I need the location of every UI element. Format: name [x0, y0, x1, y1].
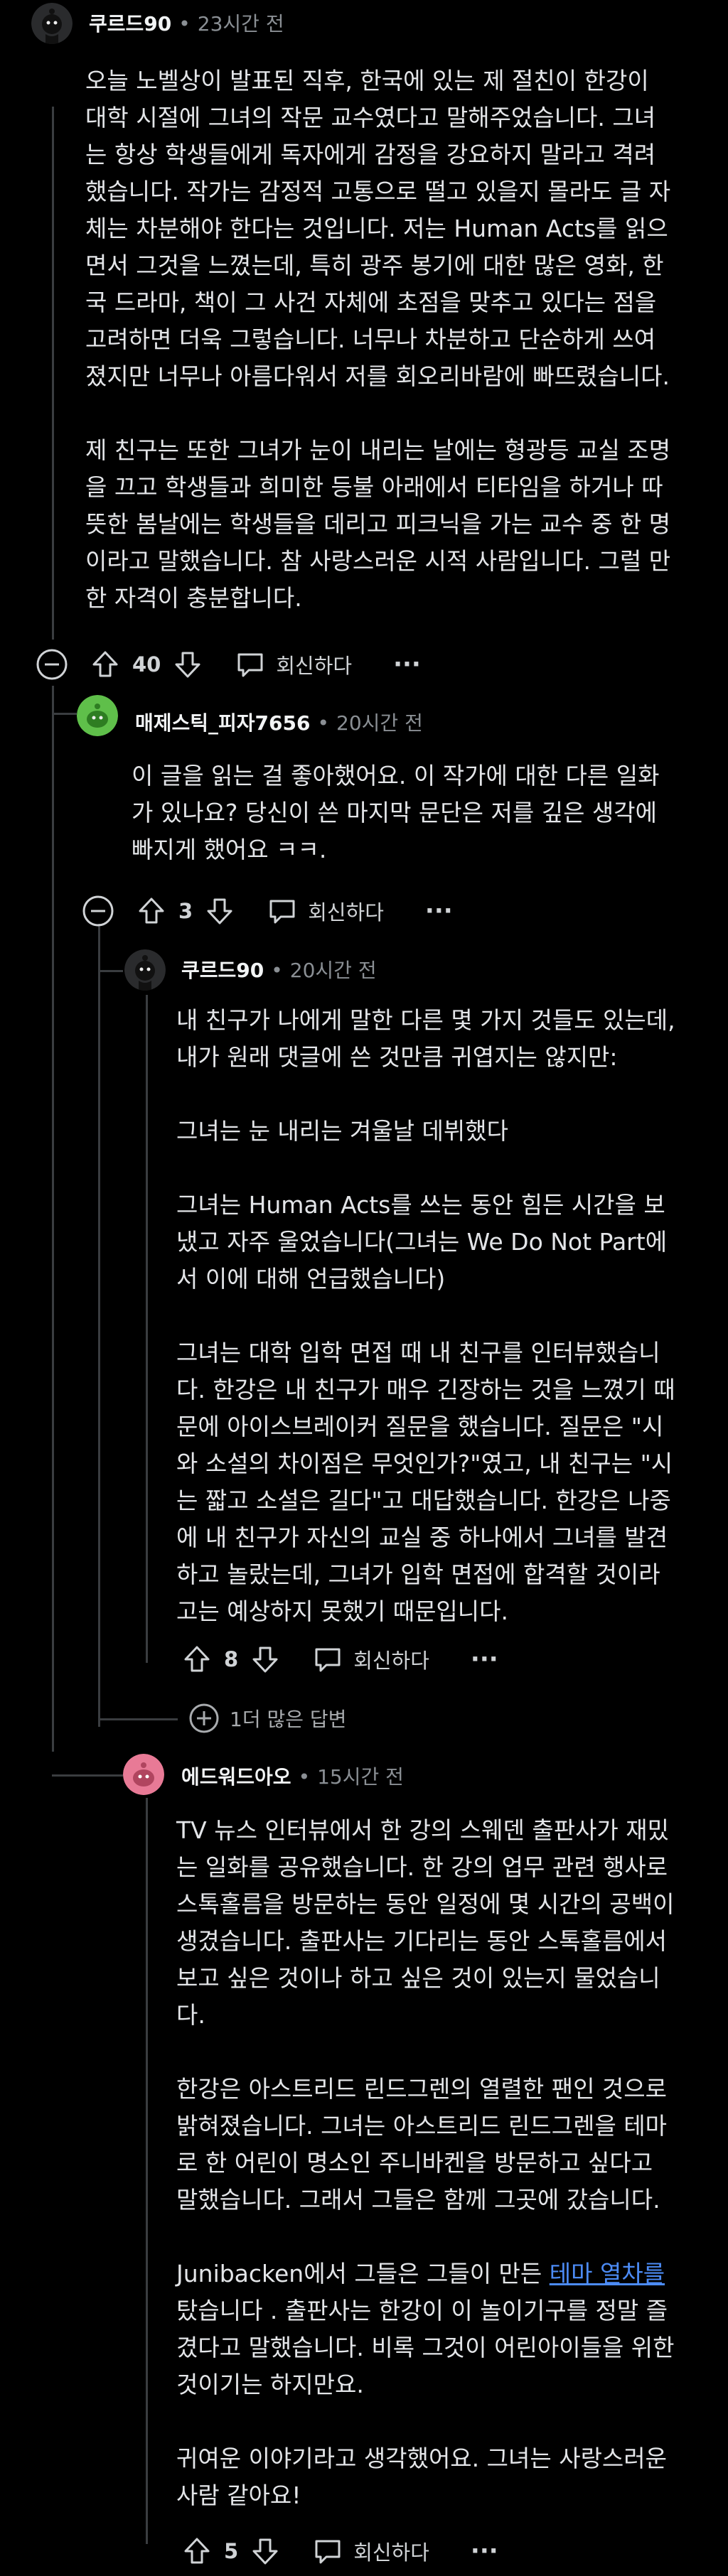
comment-icon	[312, 1644, 343, 1675]
username[interactable]: 에드워드아오	[181, 1765, 291, 1789]
more-replies-button[interactable]: 1더 많은 답변	[188, 1703, 346, 1734]
vote-count: 5	[224, 2539, 239, 2563]
comment-paragraph: 내 친구가 나에게 말한 다른 몇 가지 것들도 있는데, 내가 원래 댓글에 …	[176, 1006, 675, 1071]
timestamp: 23시간 전	[197, 12, 284, 36]
more-replies-label: 1더 많은 답변	[230, 1708, 347, 1731]
comment-paragraph: 그녀는 눈 내리는 겨울날 데뷔했다	[176, 1117, 508, 1145]
reply-button[interactable]: 회신하다	[267, 895, 384, 927]
comment-body: TV 뉴스 인터뷰에서 한 강의 스웨덴 출판사가 재밌 는 일화를 공유했습니…	[176, 1812, 717, 2514]
comment-paragraph: Junibacken에서 그들은 그들이 만든 테마 열차를 탔습니다 . 출판…	[176, 2260, 675, 2398]
avatar[interactable]	[123, 1754, 164, 1795]
more-options-icon[interactable]: ···	[471, 1645, 498, 1674]
timestamp: 20시간 전	[289, 959, 377, 982]
reply-label: 회신하다	[308, 900, 384, 925]
username[interactable]: 매제스틱_피자7656	[135, 711, 311, 735]
downvote-icon[interactable]	[172, 649, 203, 680]
comment-body: 내 친구가 나에게 말한 다른 몇 가지 것들도 있는데, 내가 원래 댓글에 …	[176, 1002, 717, 1630]
comment-meta: 쿠르드90 • 23시간 전	[89, 12, 284, 36]
thread-connector-more	[98, 1718, 178, 1720]
thread-connector-c2	[52, 713, 77, 715]
upvote-icon[interactable]	[181, 1644, 213, 1675]
comment-body: 오늘 노벨상이 발표된 직후, 한국에 있는 제 절친이 한강이 대학 시절에 …	[85, 63, 711, 617]
more-options-icon[interactable]: ···	[393, 650, 421, 679]
upvote-icon[interactable]	[181, 2535, 213, 2567]
reply-button[interactable]: 회신하다	[312, 1644, 429, 1675]
downvote-icon[interactable]	[250, 1644, 281, 1675]
timestamp: 20시간 전	[336, 711, 423, 735]
comment-meta: 쿠르드90 • 20시간 전	[181, 959, 377, 982]
thread-line-c4	[146, 1798, 148, 2544]
reply-label: 회신하다	[353, 1649, 429, 1673]
comment-body: 이 글을 읽는 걸 좋아했어요. 이 작가에 대한 다른 일화 가 있나요? 당…	[132, 758, 711, 868]
theme-train-link[interactable]: 테마 열차를	[550, 2260, 665, 2287]
comment-paragraph: 귀여운 이야기라고 생각했어요. 그녀는 사랑스러운 사람 같아요!	[176, 2445, 668, 2509]
thread-line-c2-lower	[98, 1627, 100, 1727]
comment-actions: 3 회신하다 ···	[82, 890, 453, 932]
thread-connector-c4	[52, 1774, 123, 1777]
comment-icon	[267, 895, 298, 927]
thread-connector-c3	[98, 970, 123, 972]
vote-count: 40	[132, 652, 161, 677]
comment-meta: 에드워드아오 • 15시간 전	[181, 1765, 404, 1789]
avatar-icon	[124, 949, 166, 991]
reply-label: 회신하다	[276, 654, 353, 678]
comment-paragraph: 그녀는 대학 입학 면접 때 내 친구를 인터뷰했습니 다. 한강은 내 친구가…	[176, 1339, 675, 1625]
thread-line-c1-branch	[52, 686, 54, 1752]
more-options-icon[interactable]: ···	[425, 897, 453, 925]
upvote-icon[interactable]	[90, 649, 121, 680]
comment-paragraph: 제 친구는 또한 그녀가 눈이 내리는 날에는 형광등 교실 조명 을 끄고 학…	[85, 436, 671, 612]
comment-paragraph: 그녀는 Human Acts를 쓰는 동안 힘든 시간을 보 냈고 자주 울었습…	[176, 1191, 668, 1293]
comment-actions: 5 회신하다 ···	[181, 2530, 498, 2572]
vote-count: 3	[178, 899, 193, 923]
thread-line-c3	[146, 995, 148, 1663]
avatar-icon	[123, 1754, 164, 1795]
reply-button[interactable]: 회신하다	[312, 2535, 429, 2567]
expand-icon	[188, 1703, 220, 1734]
collapse-icon[interactable]	[36, 648, 68, 681]
comment-paragraph: TV 뉴스 인터뷰에서 한 강의 스웨덴 출판사가 재밌 는 일화를 공유했습니…	[176, 1816, 675, 2029]
comment-meta: 매제스틱_피자7656 • 20시간 전	[135, 711, 423, 735]
reply-button[interactable]: 회신하다	[235, 649, 352, 680]
upvote-icon[interactable]	[136, 895, 167, 927]
collapse-icon[interactable]	[82, 895, 114, 927]
avatar[interactable]	[77, 695, 118, 736]
comment-icon	[235, 649, 266, 680]
comment-paragraph: 이 글을 읽는 걸 좋아했어요. 이 작가에 대한 다른 일화 가 있나요? 당…	[132, 762, 660, 863]
timestamp: 15시간 전	[317, 1765, 404, 1789]
avatar[interactable]	[124, 949, 166, 991]
thread-line-c2	[98, 924, 100, 1627]
thread-line-c1	[52, 107, 54, 640]
username[interactable]: 쿠르드90	[181, 959, 264, 982]
comment-paragraph: 오늘 노벨상이 발표된 직후, 한국에 있는 제 절친이 한강이 대학 시절에 …	[85, 67, 671, 390]
more-options-icon[interactable]: ···	[471, 2537, 498, 2565]
comment-paragraph: 한강은 아스트리드 린드그렌의 열렬한 팬인 것으로 밝혀졌습니다. 그녀는 아…	[176, 2075, 668, 2214]
username[interactable]: 쿠르드90	[89, 12, 171, 36]
avatar-icon	[77, 695, 118, 736]
avatar[interactable]	[31, 3, 73, 44]
comment-actions: 8 회신하다 ···	[181, 1638, 498, 1681]
comment-icon	[312, 2535, 343, 2567]
downvote-icon[interactable]	[204, 895, 235, 927]
downvote-icon[interactable]	[250, 2535, 281, 2567]
vote-count: 8	[224, 1647, 239, 1671]
reply-label: 회신하다	[353, 2540, 429, 2565]
comment-actions: 40 회신하다 ···	[36, 643, 421, 686]
avatar-icon	[31, 3, 73, 44]
